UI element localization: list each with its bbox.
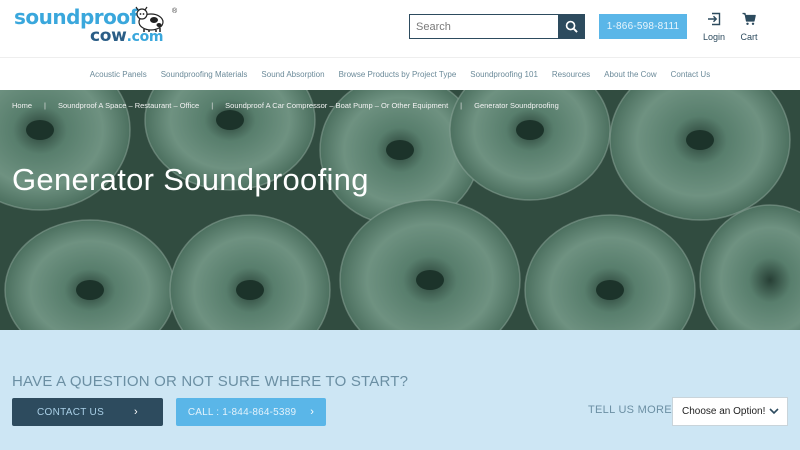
cta-section: HAVE A QUESTION OR NOT SURE WHERE TO STA… (0, 330, 800, 450)
chevron-right-icon: › (310, 406, 315, 418)
site-logo[interactable]: soundproof cow.com ® (14, 6, 179, 48)
search-box (409, 14, 585, 39)
nav-item-soundproofing-101[interactable]: Soundproofing 101 (470, 70, 538, 79)
login-icon (708, 12, 721, 26)
breadcrumb-separator: | (44, 101, 46, 110)
search-icon (565, 20, 578, 33)
cta-heading: HAVE A QUESTION OR NOT SURE WHERE TO STA… (12, 373, 409, 390)
search-button[interactable] (558, 15, 584, 38)
nav-item-resources[interactable]: Resources (552, 70, 590, 79)
breadcrumb: Home | Soundproof A Space – Restaurant –… (12, 101, 559, 110)
logo-registered-mark: ® (172, 8, 178, 15)
breadcrumb-separator: | (211, 101, 214, 110)
site-header: soundproof cow.com ® 1-866-598-8111 (0, 0, 800, 56)
breadcrumb-soundproof-equipment[interactable]: Soundproof A Car Compressor – Boat Pump … (225, 101, 448, 110)
hero-banner: Home | Soundproof A Space – Restaurant –… (0, 90, 800, 330)
main-nav: Acoustic Panels Soundproofing Materials … (0, 57, 800, 90)
nav-item-acoustic-panels[interactable]: Acoustic Panels (90, 70, 147, 79)
cow-icon (135, 6, 164, 32)
cart-link[interactable]: Cart (737, 12, 761, 42)
logo-text-cow-word: cow (90, 26, 127, 46)
nav-item-about[interactable]: About the Cow (604, 70, 656, 79)
contact-us-button[interactable]: CONTACT US › (12, 398, 163, 426)
cart-label: Cart (740, 32, 758, 42)
login-link[interactable]: Login (702, 12, 726, 42)
contact-us-label: CONTACT US (36, 406, 105, 418)
nav-item-contact[interactable]: Contact Us (671, 70, 711, 79)
breadcrumb-current: Generator Soundproofing (474, 101, 559, 110)
phone-button[interactable]: 1-866-598-8111 (599, 14, 687, 39)
option-select[interactable]: Choose an Option! (672, 397, 788, 426)
tell-us-more-label: TELL US MORE (588, 404, 672, 416)
option-select-value: Choose an Option! (682, 406, 766, 417)
chevron-down-icon (769, 408, 779, 415)
breadcrumb-separator: | (460, 101, 463, 110)
call-button[interactable]: CALL : 1-844-864-5389 › (176, 398, 326, 426)
breadcrumb-soundproof-space[interactable]: Soundproof A Space – Restaurant – Office (58, 101, 199, 110)
call-label: CALL : 1-844-864-5389 (187, 406, 297, 418)
hero-overlay (0, 90, 800, 330)
logo-text-soundproof: soundproof (14, 5, 138, 29)
search-input[interactable] (410, 15, 558, 38)
cart-icon (742, 12, 756, 25)
nav-item-browse-by-project[interactable]: Browse Products by Project Type (339, 70, 457, 79)
nav-item-soundproofing-materials[interactable]: Soundproofing Materials (161, 70, 248, 79)
breadcrumb-home[interactable]: Home (12, 101, 32, 110)
nav-item-sound-absorption[interactable]: Sound Absorption (261, 70, 324, 79)
login-label: Login (702, 32, 726, 42)
page-title: Generator Soundproofing (12, 162, 369, 197)
chevron-right-icon: › (134, 406, 139, 418)
